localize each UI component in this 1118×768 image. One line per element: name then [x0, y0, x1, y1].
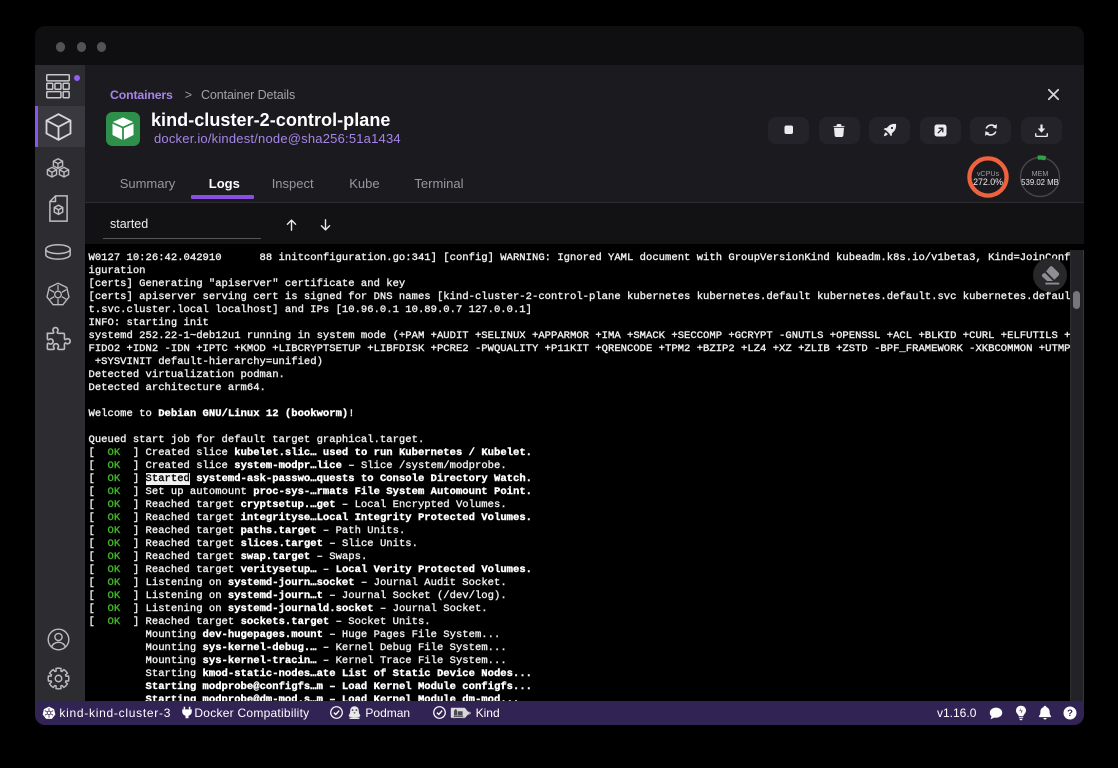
svg-text:MEM: MEM [1032, 169, 1049, 178]
svg-text:?: ? [1067, 708, 1073, 719]
svg-text:539.02 MB: 539.02 MB [1021, 178, 1059, 187]
svg-text:272.0%: 272.0% [973, 177, 1003, 187]
